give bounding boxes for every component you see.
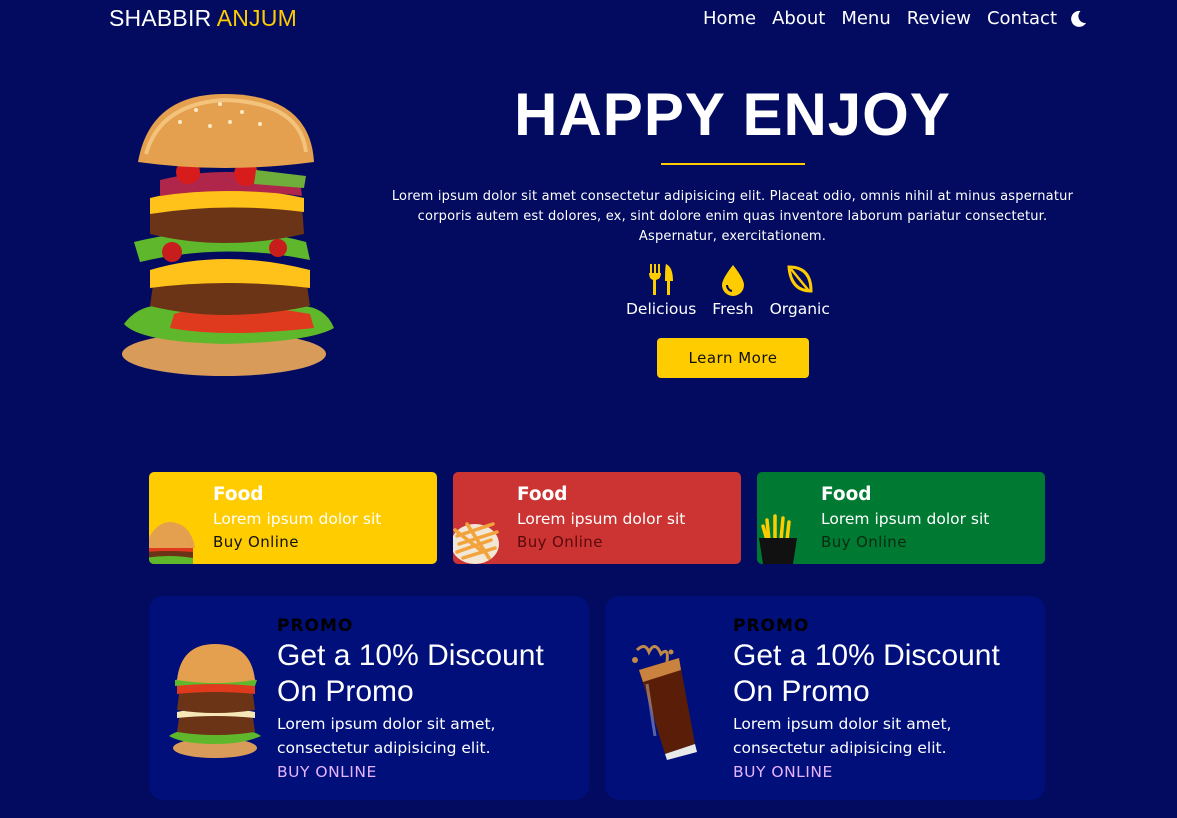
utensils-icon [649,264,674,295]
buy-online-link[interactable]: BUY ONLINE [733,760,1000,784]
hero-divider [661,163,805,165]
promo-heading-line: On Promo [733,675,870,708]
nav-contact[interactable]: Contact [987,8,1057,29]
feature-list: Delicious Fresh Organic [626,263,830,318]
fries-thumbnail [453,522,499,564]
promo-card[interactable]: PROMO Get a 10% Discount On Promo Lorem … [605,596,1045,800]
hero-title: HAPPY ENJOY [514,81,951,148]
fries-cup-thumbnail [759,514,797,564]
promo-text: Lorem ipsum dolor sit amet, consectetur … [733,712,1000,760]
burger-promo-image [169,644,261,758]
promo-list: PROMO Get a 10% Discount On Promo Lorem … [149,596,1045,800]
food-card[interactable]: Food Lorem ipsum dolor sit Buy Online [149,472,437,564]
feature-fresh: Fresh [712,263,754,318]
logo-first: SHABBIR [109,5,212,31]
promo-heading: Get a 10% Discount On Promo [733,638,1000,710]
site-logo[interactable]: SHABBIR ANJUM [109,5,297,32]
nav-about[interactable]: About [772,8,825,29]
logo-second: ANJUM [216,5,297,31]
card-description: Lorem ipsum dolor sit [213,510,382,528]
buy-online-link[interactable]: Buy Online [213,532,381,552]
card-title: Food [821,484,872,505]
feature-delicious: Delicious [626,263,696,318]
promo-text-line: consectetur adipisicing elit. [277,739,491,757]
buy-online-link[interactable]: Buy Online [517,532,685,552]
leaf-icon [787,265,813,293]
burger-thumbnail [149,522,195,564]
learn-more-button[interactable]: Learn More [657,338,809,378]
feature-label: Organic [769,300,830,318]
promo-label: PROMO [277,616,354,636]
promo-heading-line: Get a 10% Discount [277,639,544,672]
promo-heading-line: Get a 10% Discount [733,639,1000,672]
buy-online-link[interactable]: BUY ONLINE [277,760,544,784]
food-card[interactable]: Food Lorem ipsum dolor sit Buy Online [453,472,741,564]
card-title: Food [517,484,568,505]
card-title: Food [213,484,264,505]
promo-heading-line: On Promo [277,675,414,708]
feature-organic: Organic [770,263,830,318]
food-card[interactable]: Food Lorem ipsum dolor sit Buy Online [757,472,1045,564]
promo-text-line: consectetur adipisicing elit. [733,739,947,757]
droplet-icon [721,265,744,296]
main-nav: Home About Menu Review Contact [703,8,1057,29]
promo-label: PROMO [733,616,810,636]
card-description: Lorem ipsum dolor sit [821,510,990,528]
burger-image [122,94,334,376]
nav-review[interactable]: Review [907,8,971,29]
feature-label: Delicious [626,300,697,318]
drink-promo-image [632,645,697,760]
hero-description: Lorem ipsum dolor sit amet consectetur a… [391,189,1074,244]
nav-home[interactable]: Home [703,8,756,29]
food-cards: Food Lorem ipsum dolor sit Buy Online Fo… [149,472,1045,564]
nav-menu[interactable]: Menu [841,8,890,29]
promo-text-line: Lorem ipsum dolor sit amet, [277,715,496,733]
promo-text-line: Lorem ipsum dolor sit amet, [733,715,952,733]
site-header: SHABBIR ANJUM Home About Menu Review Con… [0,0,1177,42]
moon-icon[interactable] [1068,9,1088,29]
card-description: Lorem ipsum dolor sit [517,510,686,528]
promo-text: Lorem ipsum dolor sit amet, consectetur … [277,712,544,760]
promo-card[interactable]: PROMO Get a 10% Discount On Promo Lorem … [149,596,589,800]
buy-online-link[interactable]: Buy Online [821,532,989,552]
feature-label: Fresh [712,300,754,318]
promo-heading: Get a 10% Discount On Promo [277,638,544,710]
